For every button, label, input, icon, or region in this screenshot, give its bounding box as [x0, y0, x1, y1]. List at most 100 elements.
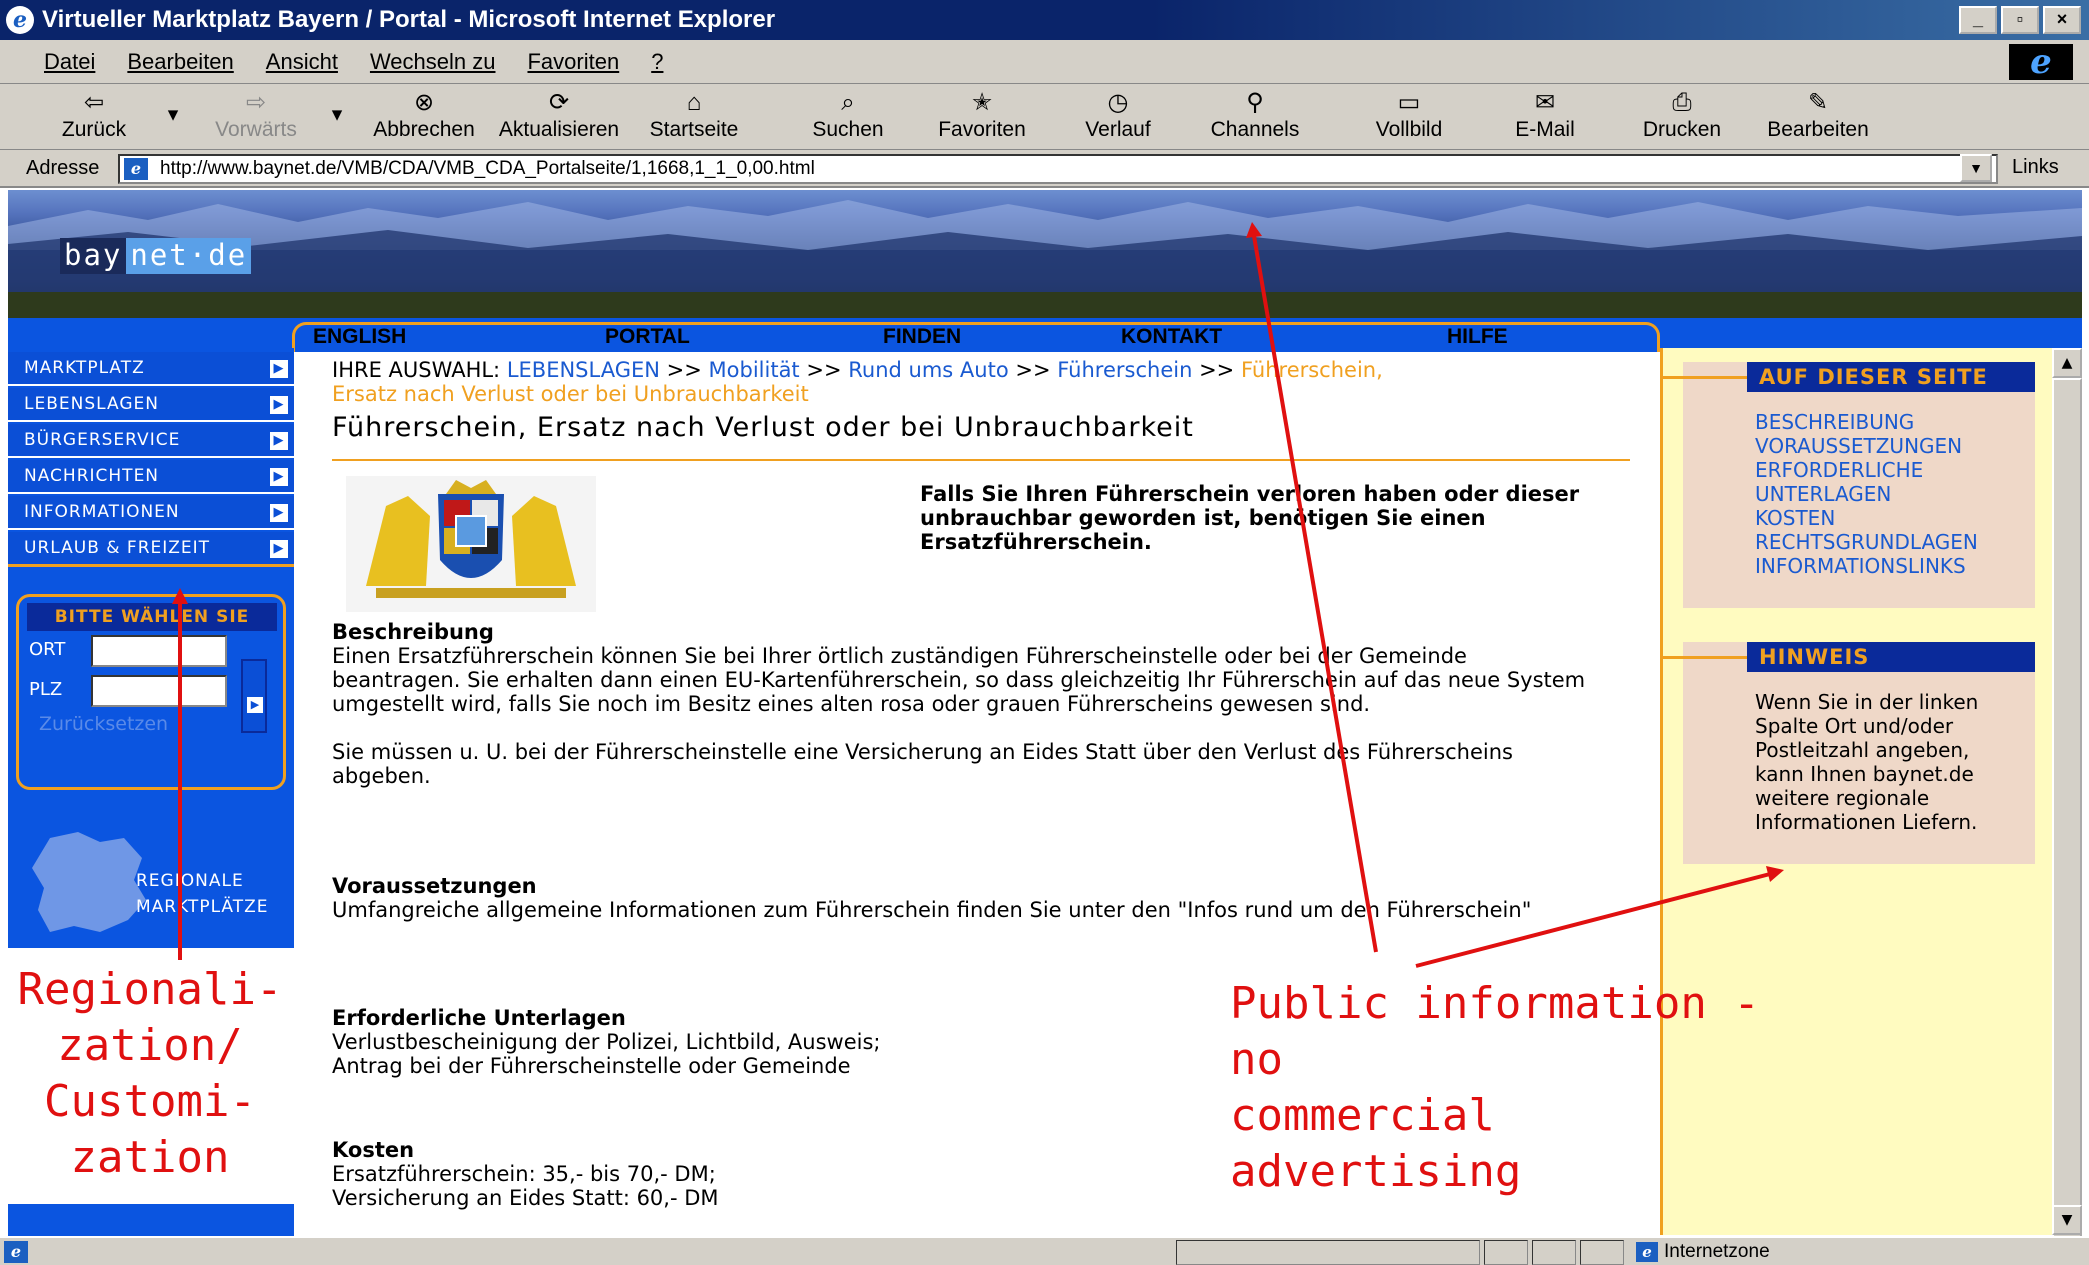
edit-label: Bearbeiten — [1767, 118, 1869, 141]
maximize-button[interactable]: ▫ — [2001, 6, 2039, 34]
hinweis-title: HINWEIS — [1747, 642, 2035, 672]
nav-kontakt[interactable]: KONTAKT — [1121, 325, 1222, 349]
address-label: Adresse — [26, 157, 100, 179]
link-beschreibung[interactable]: BESCHREIBUNG — [1755, 410, 1978, 434]
menu-datei[interactable]: Datei — [44, 49, 95, 75]
history-button[interactable]: ◷ Verlauf — [1070, 88, 1166, 142]
annotation-line: commercial advertising — [1230, 1090, 1522, 1197]
minimize-button[interactable]: _ — [1959, 6, 1997, 34]
history-label: Verlauf — [1085, 118, 1151, 141]
sidebar-item-buergerservice[interactable]: BÜRGERSERVICE ▶ — [8, 424, 294, 458]
lead-text: Falls Sie Ihren Führerschein verloren ha… — [920, 482, 1580, 554]
vertical-scrollbar[interactable]: ▲ ▼ — [2052, 348, 2082, 1265]
fullscreen-icon: ▭ — [1397, 89, 1421, 116]
section-beschreibung: Beschreibung Einen Ersatzführerschein kö… — [332, 620, 1592, 788]
location-submit-button[interactable]: ▶ — [241, 659, 267, 733]
link-kosten[interactable]: KOSTEN — [1755, 506, 1978, 530]
annotation-line: Public information - no — [1230, 978, 1760, 1085]
status-panel — [1484, 1240, 1528, 1265]
nav-finden[interactable]: FINDEN — [883, 325, 961, 349]
address-input[interactable]: e http://www.baynet.de/VMB/CDA/VMB_CDA_P… — [118, 154, 1998, 184]
left-sidebar: MARKTPLATZ ▶ LEBENSLAGEN ▶ BÜRGERSERVICE ▶ … — [8, 348, 294, 948]
breadcrumb-separator: >> — [806, 358, 842, 382]
breadcrumb-fuehrerschein[interactable]: Führerschein — [1057, 358, 1192, 382]
sidebar-item-lebenslagen[interactable]: LEBENSLAGEN ▶ — [8, 388, 294, 422]
scroll-thumb[interactable] — [2052, 378, 2082, 1265]
mail-icon: ✉ — [1534, 89, 1556, 116]
breadcrumb-lebenslagen[interactable]: LEBENSLAGEN — [507, 358, 660, 382]
mail-button[interactable]: ✉ E-Mail — [1500, 88, 1590, 142]
box-connector-line — [1663, 656, 1747, 659]
back-button[interactable]: ⇦ Zurück — [52, 88, 136, 142]
search-label: Suchen — [812, 118, 884, 141]
menu-favoriten[interactable]: Favoriten — [527, 49, 619, 75]
close-button[interactable]: × — [2043, 6, 2081, 34]
links-button[interactable]: Links — [2012, 156, 2059, 179]
fullscreen-label: Vollbild — [1375, 118, 1443, 141]
reset-link[interactable]: Zurücksetzen — [39, 713, 168, 735]
link-unterlagen[interactable]: UNTERLAGEN — [1755, 482, 1978, 506]
menu-help[interactable]: ? — [651, 49, 663, 75]
arrow-right-icon: ▶ — [270, 504, 288, 522]
edit-button[interactable]: ✎ Bearbeiten — [1762, 88, 1874, 142]
address-bar: Adresse e http://www.baynet.de/VMB/CDA/V… — [0, 150, 2089, 188]
main-content: IHRE AUSWAHL: LEBENSLAGEN >> Mobilität >… — [332, 358, 1632, 1210]
sidebar-item-marktplatz[interactable]: MARKTPLATZ ▶ — [8, 352, 294, 386]
sidebar-item-urlaub-freizeit[interactable]: URLAUB & FREIZEIT ▶ — [8, 532, 294, 566]
nav-portal[interactable]: PORTAL — [605, 325, 690, 349]
title-divider — [332, 459, 1630, 461]
section-heading: Beschreibung — [332, 620, 494, 644]
print-button[interactable]: ⎙ Drucken — [1634, 88, 1730, 142]
breadcrumb-rund-ums-auto[interactable]: Rund ums Auto — [848, 358, 1008, 382]
menu-ansicht[interactable]: Ansicht — [266, 49, 338, 75]
site-banner: bay net·de — [8, 190, 2082, 318]
link-informationslinks[interactable]: INFORMATIONSLINKS — [1755, 554, 1978, 578]
refresh-button[interactable]: ⟳ Aktualisieren — [494, 88, 624, 142]
address-dropdown[interactable]: ▼ — [1960, 154, 1992, 182]
menu-wechseln-zu[interactable]: Wechseln zu — [370, 49, 496, 75]
plz-input[interactable] — [91, 675, 227, 707]
link-voraussetzungen[interactable]: VORAUSSETZUNGEN — [1755, 434, 1978, 458]
search-button[interactable]: ⌕ Suchen — [800, 88, 896, 142]
plz-label: PLZ — [29, 679, 63, 700]
scroll-up-button[interactable]: ▲ — [2052, 348, 2082, 378]
sidebar-item-label: MARKTPLATZ — [24, 358, 145, 378]
baynet-logo[interactable]: bay net·de — [60, 238, 252, 274]
on-this-page-links: BESCHREIBUNG VORAUSSETZUNGEN ERFORDERLIC… — [1755, 410, 1978, 578]
forward-button[interactable]: ⇨ Vorwärts — [208, 88, 304, 142]
ort-input[interactable] — [91, 635, 227, 667]
stop-button[interactable]: ⊗ Abbrechen — [364, 88, 484, 142]
breadcrumb: IHRE AUSWAHL: LEBENSLAGEN >> Mobilität >… — [332, 358, 1632, 406]
hinweis-line: Spalte Ort und/oder — [1755, 714, 1954, 738]
link-erforderliche[interactable]: ERFORDERLICHE — [1755, 458, 1978, 482]
back-dropdown[interactable]: ▾ — [162, 102, 184, 127]
nav-hilfe[interactable]: HILFE — [1447, 325, 1508, 349]
regional-marketplaces-link[interactable]: REGIONALE MARKTPLÄTZE — [136, 868, 269, 920]
menu-bearbeiten[interactable]: Bearbeiten — [127, 49, 233, 75]
link-rechtsgrundlagen[interactable]: RECHTSGRUNDLAGEN — [1755, 530, 1978, 554]
sidebar-divider — [8, 564, 294, 567]
section-text: Einen Ersatzführerschein können Sie bei … — [332, 644, 1586, 716]
hinweis-text: Wenn Sie in der linken Spalte Ort und/od… — [1755, 690, 2031, 834]
sidebar-item-informationen[interactable]: INFORMATIONEN ▶ — [8, 496, 294, 530]
breadcrumb-current: Führerschein, — [1240, 358, 1383, 382]
favorites-button[interactable]: ✭ Favoriten — [930, 88, 1034, 142]
annotation-line: zation/ — [57, 1020, 243, 1071]
address-url: http://www.baynet.de/VMB/CDA/VMB_CDA_Por… — [160, 158, 815, 179]
nav-english[interactable]: ENGLISH — [313, 325, 406, 349]
arrow-right-icon: ▶ — [247, 697, 263, 713]
forward-label: Vorwärts — [215, 118, 297, 141]
forward-dropdown[interactable]: ▾ — [326, 102, 348, 127]
printer-icon: ⎙ — [1672, 89, 1692, 116]
breadcrumb-mobilitaet[interactable]: Mobilität — [709, 358, 800, 382]
ie-app-icon: e — [6, 6, 34, 34]
box-connector-line — [1663, 376, 1747, 379]
sidebar-item-nachrichten[interactable]: NACHRICHTEN ▶ — [8, 460, 294, 494]
scroll-down-button[interactable]: ▼ — [2052, 1205, 2082, 1235]
home-button[interactable]: ⌂ Startseite — [644, 88, 744, 142]
screenshot-root: { "window": { "title": "Virtueller Markt… — [0, 0, 2089, 1265]
channels-button[interactable]: ⚲ Channels — [1200, 88, 1310, 142]
fullscreen-button[interactable]: ▭ Vollbild — [1362, 88, 1456, 142]
refresh-label: Aktualisieren — [498, 118, 620, 141]
home-icon: ⌂ — [686, 89, 702, 116]
